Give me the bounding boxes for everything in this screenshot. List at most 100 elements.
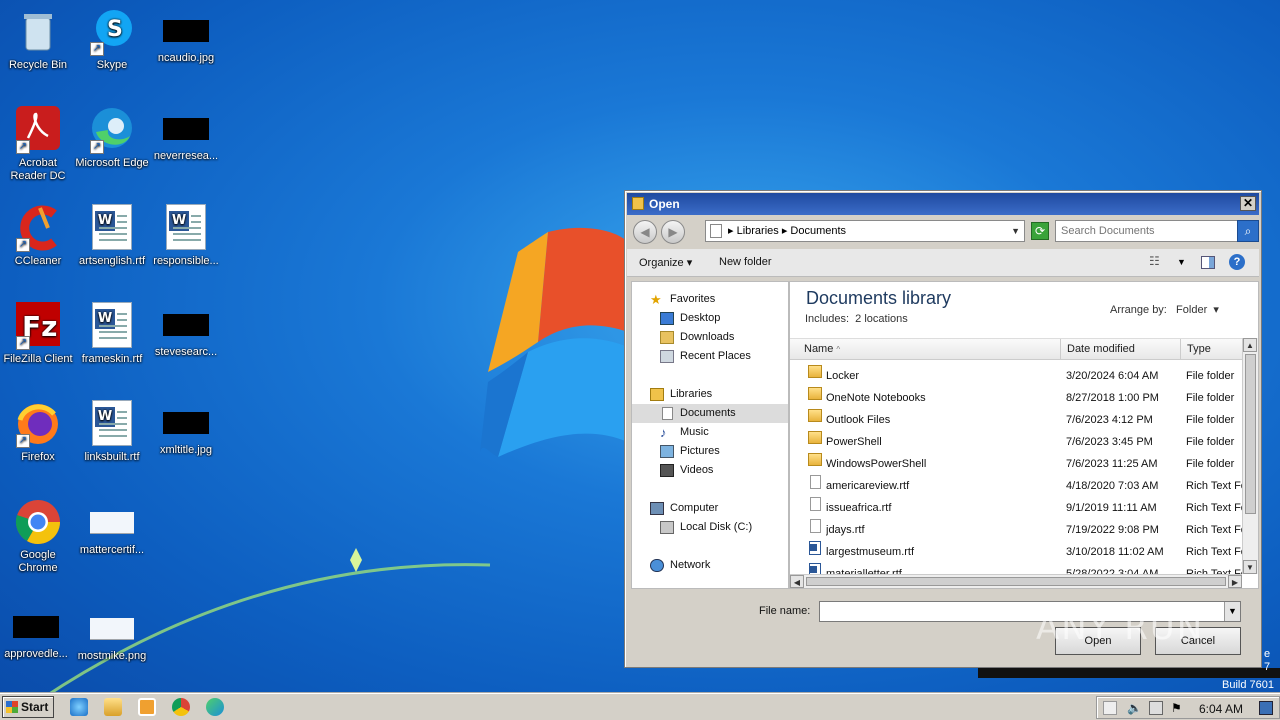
file-date: 3/10/2018 11:02 AM [1066,546,1164,558]
desktop-icon-approvedle[interactable]: approvedle... [0,604,74,661]
table-row[interactable]: jdays.rtf 7/19/2022 9:08 PM Rich Text Fo [790,519,1242,541]
desktop-icon-ccleaner[interactable]: ↗ CCleaner [0,204,76,268]
table-row[interactable]: Locker 3/20/2024 6:04 AM File folder [790,365,1242,387]
nav-downloads[interactable]: Downloads [632,328,788,347]
desktop-icon-mattercertif[interactable]: mattercertif... [74,498,150,557]
scroll-right-button[interactable]: ▶ [1228,575,1242,588]
chevron-down-icon[interactable]: ▼ [1224,602,1240,621]
volume-icon[interactable]: 🔈 [1127,701,1142,715]
file-date: 7/6/2023 11:25 AM [1066,458,1158,470]
preview-pane-icon[interactable] [1201,256,1215,269]
file-date: 7/6/2023 3:45 PM [1066,436,1153,448]
scroll-down-button[interactable]: ▼ [1243,560,1257,574]
table-row[interactable]: OneNote Notebooks 8/27/2018 1:00 PM File f… [790,387,1242,409]
breadcrumb[interactable]: ▸ Libraries ▸ Documents ▼ [705,220,1025,242]
new-folder-button[interactable]: New folder [719,256,772,268]
document-icon [810,519,821,533]
nav-music[interactable]: ♪ Music [632,423,788,442]
desktop-icon-mostmike[interactable]: mostmike.png [74,604,150,663]
media-player-icon[interactable] [138,698,156,716]
chrome-icon[interactable] [172,698,190,716]
dialog-title: Open [649,197,680,211]
desktop-icon-linksbuilt[interactable]: linksbuilt.rtf [74,400,150,464]
nav-desktop[interactable]: Desktop [632,309,788,328]
tray-document-icon[interactable] [1103,701,1117,715]
desktop-icon-artsenglish[interactable]: artsenglish.rtf [74,204,150,268]
nav-network[interactable]: Network [632,556,788,575]
file-name: jdays.rtf [826,524,865,536]
desktop-icon-label: ncaudio.jpg [157,52,215,64]
scroll-thumb[interactable] [1245,354,1256,514]
table-row[interactable]: PowerShell 7/6/2023 3:45 PM File folder [790,431,1242,453]
desktop-icon-acrobat[interactable]: ↗ Acrobat Reader DC [0,106,76,183]
nav-favorites[interactable]: ★ Favorites [632,290,788,309]
nav-pictures[interactable]: Pictures [632,442,788,461]
table-row[interactable]: issueafrica.rtf 9/1/2019 11:11 AM Rich Tex… [790,497,1242,519]
desktop-icon-label: mostmike.png [77,650,147,662]
desktop-icon-filezilla[interactable]: Fz ↗ FileZilla Client [0,302,76,366]
file-name: largestmuseum.rtf [826,546,915,558]
desktop-icon-skype[interactable]: S ↗ Skype [74,8,150,72]
desktop-icon-frameskin[interactable]: frameskin.rtf [74,302,150,366]
table-row[interactable]: Outlook Files 7/6/2023 4:12 PM File folder [790,409,1242,431]
scroll-left-button[interactable]: ◀ [790,575,804,588]
chevron-down-icon[interactable]: ▼ [1011,221,1020,241]
breadcrumb-libraries[interactable]: Libraries [737,225,779,237]
hscroll-thumb[interactable] [806,577,1226,586]
desktop-icon-neverresea[interactable]: neverresea... [148,106,224,163]
folder-icon [808,431,822,444]
desktop-icon-edge[interactable]: ↗ Microsoft Edge [74,106,150,170]
table-row[interactable]: WindowsPowerShell 7/6/2023 11:25 AM File f… [790,453,1242,475]
desktop-icon-recycle-bin[interactable]: Recycle Bin [0,8,76,72]
desktop-icon-label: artsenglish.rtf [78,255,146,267]
internet-explorer-icon[interactable] [70,698,88,716]
dialog-titlebar[interactable]: Open ✕ [627,193,1259,215]
scroll-up-button[interactable]: ▲ [1243,338,1257,352]
shortcut-arrow-icon: ↗ [16,238,30,252]
file-type: Rich Text Fo [1186,524,1242,536]
folder-icon [808,453,822,466]
nav-local-disk[interactable]: Local Disk (C:) [632,518,788,537]
nav-computer[interactable]: Computer [632,499,788,518]
table-row[interactable]: americareview.rtf 4/18/2020 7:03 AM Rich T… [790,475,1242,497]
table-row[interactable]: largestmuseum.rtf 3/10/2018 11:02 AM Rich … [790,541,1242,563]
table-row[interactable]: materialletter.rtf 5/28/2022 3:04 AM Rich … [790,563,1242,574]
horizontal-scrollbar[interactable]: ◀ ▶ [790,574,1242,588]
system-tray: 🔈 ⚑ 6:04 AM [1096,696,1280,719]
nav-favorites-label: Favorites [670,293,716,305]
nav-recent-places[interactable]: Recent Places [632,347,788,366]
clock[interactable]: 6:04 AM [1199,702,1243,716]
desktop-icon-stevesearc[interactable]: stevesearc... [148,302,224,359]
nav-libraries[interactable]: Libraries [632,385,788,404]
libraries-icon [650,388,664,401]
edge-icon[interactable] [206,698,224,716]
desktop-icon-firefox[interactable]: ↗ Firefox [0,400,76,464]
network-tray-icon[interactable] [1149,701,1163,715]
desktop-icon-chrome[interactable]: Google Chrome [0,498,76,575]
file-explorer-icon[interactable] [104,698,122,716]
nav-videos[interactable]: Videos [632,461,788,480]
close-button[interactable]: ✕ [1240,196,1256,211]
file-list-pane: Documents library Includes: 2 locations … [789,281,1259,589]
search-input[interactable] [1056,221,1236,241]
organize-button[interactable]: Organize ▾ [639,256,692,269]
back-button[interactable]: ◀ [633,220,657,244]
vertical-scrollbar[interactable]: ▲ ▼ [1242,338,1258,574]
forward-button[interactable]: ▶ [661,220,685,244]
star-icon: ★ [650,292,662,307]
desktop-icon-responsible[interactable]: responsible... [148,204,224,268]
start-button[interactable]: Start [2,696,54,718]
image-thumbnail-icon [163,20,209,42]
flag-icon[interactable]: ⚑ [1171,701,1185,715]
desktop-icon-ncaudio[interactable]: ncaudio.jpg [148,8,224,65]
show-desktop-icon[interactable] [1259,701,1273,715]
refresh-button[interactable]: ⟳ [1031,222,1049,240]
search-icon[interactable]: ⌕ [1237,220,1259,242]
desktop-icon-xmltitle[interactable]: xmltitle.jpg [148,400,224,457]
chevron-down-icon[interactable]: ▼ [1177,257,1193,273]
nav-documents[interactable]: Documents [632,404,788,423]
view-options-icon[interactable]: ☷ [1149,254,1165,270]
help-icon[interactable]: ? [1229,254,1245,270]
file-type: File folder [1186,458,1235,470]
breadcrumb-documents[interactable]: Documents [790,225,846,237]
